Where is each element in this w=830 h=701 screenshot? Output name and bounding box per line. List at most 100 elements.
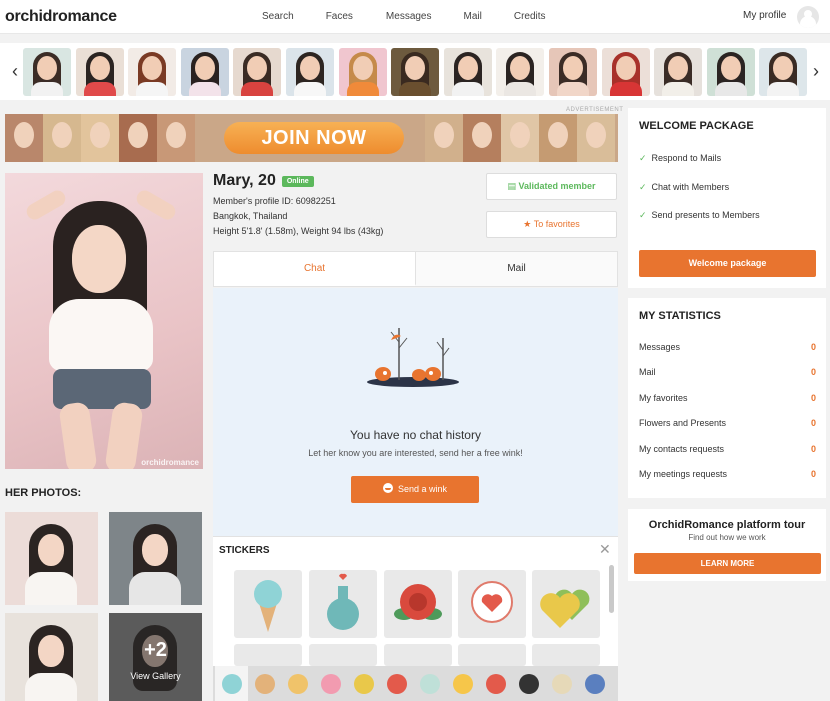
stat-value: 0 <box>810 469 816 479</box>
nav-mail[interactable]: Mail <box>464 0 482 34</box>
stat-label: My favorites <box>639 392 688 403</box>
id-card-icon: ▤ <box>507 181 516 191</box>
my-profile-link[interactable]: My profile <box>743 10 786 21</box>
potion-bottle-sticker[interactable] <box>309 570 377 638</box>
sticker-category-bar <box>213 666 618 701</box>
statistics-title: MY STATISTICS <box>639 310 721 322</box>
ice-cream-sticker[interactable] <box>234 570 302 638</box>
stat-row[interactable]: My favorites 0 <box>639 393 816 403</box>
carousel-member-thumb[interactable] <box>654 48 703 96</box>
stickers-scrollbar[interactable] <box>609 565 614 613</box>
carousel-member-thumb[interactable] <box>233 48 282 96</box>
tab-chat[interactable]: Chat <box>214 252 416 286</box>
main-profile-photo[interactable]: orchidromance <box>5 173 203 469</box>
carousel-member-thumb[interactable] <box>128 48 177 96</box>
her-photos-title: HER PHOTOS: <box>5 487 82 499</box>
to-favorites-button[interactable]: ★ To favorites <box>486 211 617 238</box>
send-wink-button[interactable]: Send a wink <box>351 476 479 503</box>
photo-thumb[interactable] <box>5 613 98 701</box>
contact-tabs: Chat Mail <box>213 251 618 287</box>
platform-tour-card: OrchidRomance platform tour Find out how… <box>628 509 826 581</box>
stickers-panel: STICKERS ✕ <box>213 536 618 701</box>
welcome-item: ✓ Respond to Mails <box>639 153 722 163</box>
carousel-member-thumb[interactable] <box>23 48 71 96</box>
sticker-category-tab[interactable] <box>215 666 248 701</box>
sticker-partial[interactable] <box>458 644 526 666</box>
advertisement-label: ADVERTISEMENT <box>566 107 624 113</box>
carousel-member-thumb[interactable] <box>496 48 545 96</box>
photo-thumb[interactable] <box>109 512 202 605</box>
stat-value: 0 <box>810 443 816 454</box>
sticker-partial[interactable] <box>234 644 302 666</box>
validated-member-button[interactable]: ▤ Validated member <box>486 173 617 200</box>
sticker-category-tab[interactable] <box>512 666 545 701</box>
welcome-item: ✓ Chat with Members <box>639 182 730 192</box>
stat-row[interactable]: Mail 0 <box>639 367 816 377</box>
join-now-button[interactable]: JOIN NOW <box>224 122 404 154</box>
tour-subtitle: Find out how we work <box>688 533 766 542</box>
site-logo[interactable]: orchidromance <box>5 8 117 26</box>
sticker-category-tab[interactable] <box>545 666 578 701</box>
welcome-package-button[interactable]: Welcome package <box>639 250 816 277</box>
profile-name-line: Mary, 20 Online <box>213 172 314 190</box>
online-badge: Online <box>281 175 314 187</box>
sticker-category-tab[interactable] <box>380 666 413 701</box>
check-icon: ✓ <box>639 182 647 192</box>
chevron-left-icon[interactable]: ‹ <box>7 60 23 82</box>
sticker-category-tab[interactable] <box>578 666 611 701</box>
carousel-member-thumb[interactable] <box>706 48 755 96</box>
carousel-member-thumb[interactable] <box>286 48 334 96</box>
validated-label: Validated member <box>518 181 596 191</box>
sticker-category-tab[interactable] <box>248 666 281 701</box>
stat-value: 0 <box>810 367 816 378</box>
sticker-partial[interactable] <box>309 644 377 666</box>
carousel-member-thumb[interactable] <box>180 48 229 96</box>
carousel-member-thumb[interactable] <box>338 48 387 96</box>
stat-row[interactable]: Flowers and Presents 0 <box>639 418 816 428</box>
sticker-category-tab[interactable] <box>479 666 512 701</box>
empty-chat-illustration <box>367 328 459 387</box>
welcome-title: WELCOME PACKAGE <box>639 120 754 132</box>
sticker-category-tab[interactable] <box>314 666 347 701</box>
nav-search[interactable]: Search <box>262 0 294 34</box>
sticker-partial[interactable] <box>532 644 600 666</box>
sticker-category-tab[interactable] <box>413 666 446 701</box>
chevron-right-icon[interactable]: › <box>808 60 824 82</box>
tab-mail[interactable]: Mail <box>416 252 617 286</box>
statistics-card: MY STATISTICS Messages 0 Mail 0 My favorites… <box>628 298 826 498</box>
learn-more-button[interactable]: LEARN MORE <box>634 553 821 574</box>
sticker-category-tab[interactable] <box>446 666 479 701</box>
stat-row[interactable]: My meetings requests 0 <box>639 469 816 479</box>
members-carousel: ‹ › <box>0 43 830 100</box>
stat-label: Mail <box>639 367 656 378</box>
stat-row[interactable]: My contacts requests 0 <box>639 444 816 454</box>
nav-faces[interactable]: Faces <box>326 0 353 34</box>
carousel-member-thumb[interactable] <box>759 48 808 96</box>
check-icon: ✓ <box>639 210 647 220</box>
sticker-partial[interactable] <box>384 644 452 666</box>
carousel-member-thumb[interactable] <box>601 48 650 96</box>
stat-row[interactable]: Messages 0 <box>639 342 816 352</box>
view-gallery-tile[interactable]: +2 View Gallery <box>109 613 202 701</box>
profile-height-weight: Height 5'1.8' (1.58m), Weight 94 lbs (43… <box>213 226 384 236</box>
stat-value: 0 <box>810 418 816 429</box>
carousel-member-thumb[interactable] <box>75 48 124 96</box>
heart-speech-bubble-sticker[interactable] <box>458 570 526 638</box>
sticker-category-tab[interactable] <box>281 666 314 701</box>
two-hearts-sticker[interactable] <box>532 570 600 638</box>
close-icon[interactable]: ✕ <box>599 541 611 558</box>
stickers-title: STICKERS <box>219 545 270 556</box>
carousel-member-thumb[interactable] <box>443 48 492 96</box>
no-chat-title: You have no chat history <box>350 428 481 442</box>
carousel-member-thumb[interactable] <box>549 48 597 96</box>
rose-sticker[interactable] <box>384 570 452 638</box>
sticker-category-tab[interactable] <box>347 666 380 701</box>
nav-credits[interactable]: Credits <box>514 0 546 34</box>
user-avatar[interactable] <box>797 6 819 28</box>
profile-id: Member's profile ID: 60982251 <box>213 196 336 206</box>
main-nav: Search Faces Messages Mail Credits <box>262 0 578 34</box>
nav-messages[interactable]: Messages <box>386 0 432 34</box>
ad-banner[interactable]: JOIN NOW <box>5 114 618 162</box>
photo-thumb[interactable] <box>5 512 98 605</box>
carousel-member-thumb[interactable] <box>391 48 440 96</box>
